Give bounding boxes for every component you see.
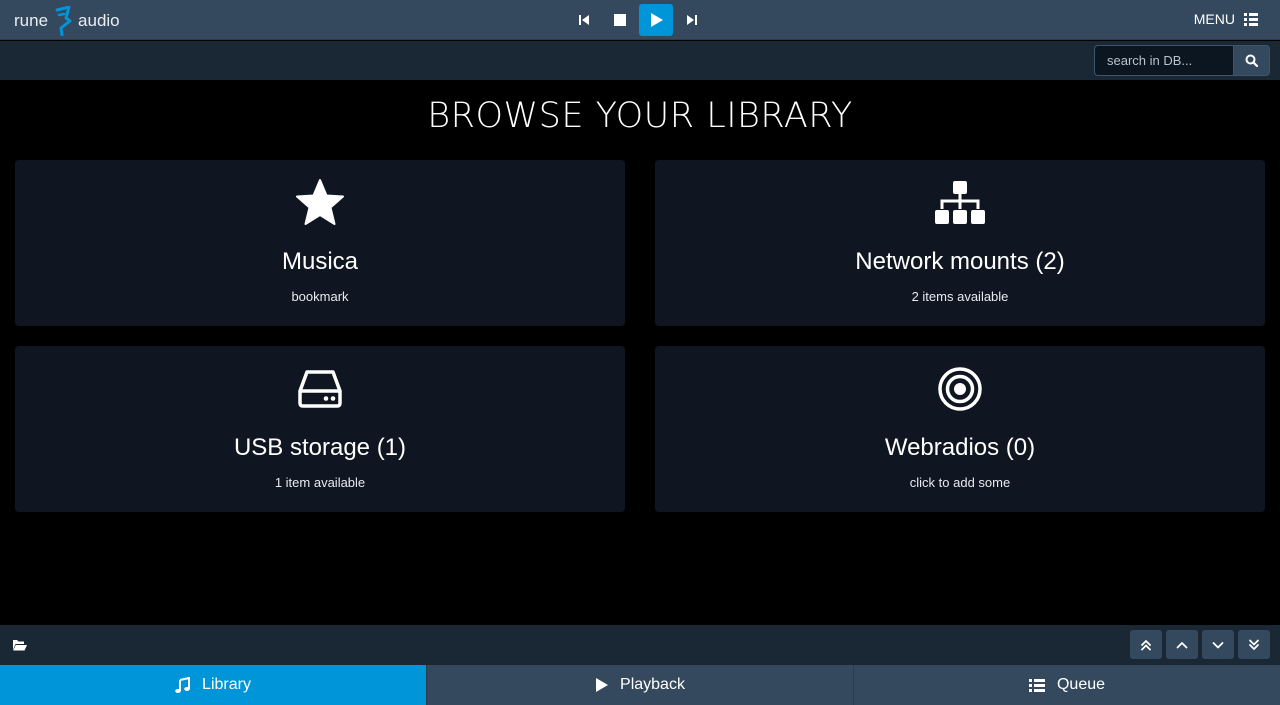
list-icon <box>1028 678 1045 692</box>
radio-target-icon <box>938 367 982 411</box>
library-card-network-mounts[interactable]: Network mounts (2) 2 items available <box>655 160 1265 326</box>
play-button[interactable] <box>639 4 673 36</box>
sitemap-icon <box>935 181 985 224</box>
chevron-up-icon <box>1176 641 1188 648</box>
card-subtitle: click to add some <box>909 475 1011 490</box>
card-title: Webradios (0) <box>884 434 1036 461</box>
logo-text-right: audio <box>78 11 120 30</box>
card-subtitle: 2 items available <box>911 289 1009 304</box>
star-icon <box>296 179 344 225</box>
card-subtitle: bookmark <box>291 289 349 304</box>
scroll-top-button[interactable] <box>1130 630 1162 659</box>
menu-button[interactable]: MENU <box>1194 11 1258 27</box>
folder-button[interactable] <box>12 638 27 656</box>
skip-previous-icon <box>579 15 589 25</box>
tab-label: Playback <box>620 676 685 693</box>
search-input[interactable] <box>1094 45 1233 76</box>
tab-label: Queue <box>1056 676 1106 693</box>
previous-button[interactable] <box>567 4 601 36</box>
search-icon <box>1245 54 1258 67</box>
card-title: Network mounts (2) <box>855 248 1065 275</box>
logo[interactable]: rune audio <box>14 6 120 36</box>
stop-icon <box>614 14 626 26</box>
hdd-icon <box>298 370 342 408</box>
scroll-bottom-button[interactable] <box>1238 630 1270 659</box>
list-grid-icon <box>1244 12 1258 26</box>
card-title: USB storage (1) <box>233 434 407 461</box>
logo-mark-icon <box>55 6 72 36</box>
search-button[interactable] <box>1233 45 1270 76</box>
tab-library[interactable]: Library <box>0 665 426 705</box>
tab-playback[interactable]: Playback <box>426 665 853 705</box>
library-card-webradios[interactable]: Webradios (0) click to add some <box>655 346 1265 512</box>
menu-label: MENU <box>1193 11 1235 27</box>
search-form <box>1094 45 1270 76</box>
card-title: Musica <box>281 248 359 275</box>
scroll-down-button[interactable] <box>1202 630 1234 659</box>
transport-controls <box>567 4 709 36</box>
double-chevron-down-icon <box>1249 639 1259 650</box>
tab-queue[interactable]: Queue <box>853 665 1280 705</box>
bottom-toolbar <box>0 625 1280 665</box>
stop-button[interactable] <box>603 4 637 36</box>
page-title: BROWSE YOUR LIBRARY <box>427 96 853 136</box>
music-note-icon <box>175 677 191 693</box>
folder-open-icon <box>13 640 27 651</box>
library-card-musica[interactable]: Musica bookmark <box>15 160 625 326</box>
scroll-up-button[interactable] <box>1166 630 1198 659</box>
skip-next-icon <box>687 15 697 25</box>
main-tabs: Library Playback Queue <box>0 665 1280 705</box>
top-bar: rune audio MENU <box>0 0 1280 40</box>
next-button[interactable] <box>675 4 709 36</box>
card-subtitle: 1 item available <box>274 475 366 490</box>
play-icon <box>596 678 609 692</box>
play-icon <box>650 13 663 27</box>
search-bar <box>0 41 1280 80</box>
chevron-down-icon <box>1212 641 1224 648</box>
scroll-controls <box>1130 630 1270 659</box>
double-chevron-up-icon <box>1141 639 1151 650</box>
logo-text-left: rune <box>14 11 49 30</box>
tab-label: Library <box>202 676 251 693</box>
library-card-usb-storage[interactable]: USB storage (1) 1 item available <box>15 346 625 512</box>
